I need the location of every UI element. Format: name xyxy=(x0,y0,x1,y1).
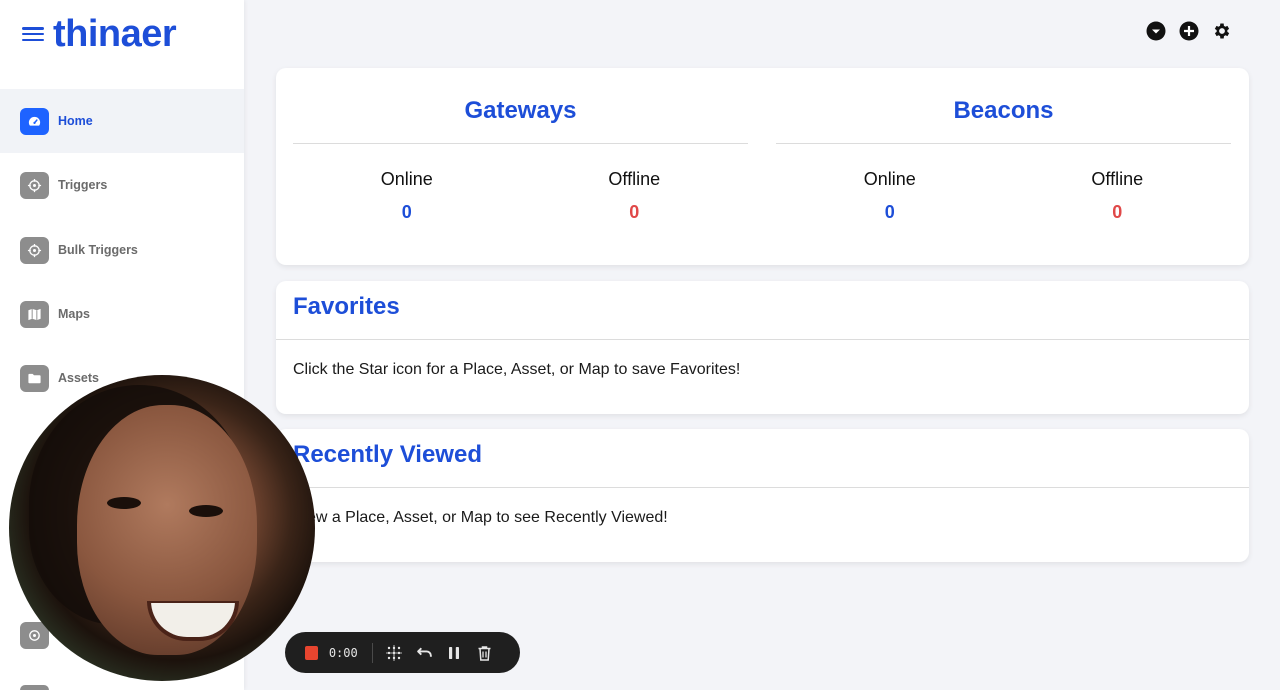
app-logo[interactable]: thinaer xyxy=(53,14,177,54)
recording-toolbar: 0:00 xyxy=(285,632,520,673)
gateways-title: Gateways xyxy=(464,97,577,124)
stat-label: Offline xyxy=(608,169,661,189)
sidebar-item-partial[interactable] xyxy=(20,685,49,690)
recently-viewed-card: Recently Viewed View a Place, Asset, or … xyxy=(276,429,1249,562)
favorites-title: Favorites xyxy=(293,293,400,320)
sidebar-item-label: Assets xyxy=(58,371,99,385)
webcam-face xyxy=(77,405,257,655)
favorites-card: Favorites Click the Star icon for a Plac… xyxy=(276,281,1249,414)
sidebar-item-label: Bulk Triggers xyxy=(58,243,138,257)
chevron-down-circle-icon[interactable] xyxy=(1145,20,1166,41)
beacons-title: Beacons xyxy=(953,97,1054,124)
webcam-eye xyxy=(189,505,223,517)
stats-card: Gateways Online 0 Offline 0 Beacons Onli… xyxy=(276,68,1249,265)
sidebar-item-triggers[interactable]: Triggers xyxy=(0,153,244,217)
hamburger-menu-icon[interactable] xyxy=(22,25,44,43)
header-actions xyxy=(1145,20,1232,41)
webcam-eye xyxy=(107,497,141,509)
map-icon xyxy=(20,300,49,328)
beacons-online: Online 0 xyxy=(776,144,1004,223)
grid-dots-icon[interactable] xyxy=(385,643,403,663)
crosshair-icon xyxy=(20,236,49,264)
gateways-offline-count[interactable]: 0 xyxy=(521,202,749,223)
sidebar-item-maps[interactable]: Maps xyxy=(0,282,244,346)
stat-label: Online xyxy=(380,169,433,189)
pause-icon[interactable] xyxy=(445,643,463,663)
sidebar-item-label: Home xyxy=(58,114,93,128)
sidebar-item-bulk-triggers[interactable]: Bulk Triggers xyxy=(0,218,244,282)
recently-viewed-title: Recently Viewed xyxy=(293,441,482,468)
dashboard-icon xyxy=(20,107,49,135)
beacons-online-count[interactable]: 0 xyxy=(776,202,1004,223)
stat-label: Offline xyxy=(1091,169,1144,189)
stat-label: Online xyxy=(863,169,916,189)
gateways-offline: Offline 0 xyxy=(521,144,749,223)
favorites-empty-text: Click the Star icon for a Place, Asset, … xyxy=(293,361,741,378)
recently-viewed-empty-text: View a Place, Asset, or Map to see Recen… xyxy=(293,509,668,526)
folder-icon xyxy=(20,364,49,392)
sidebar-item-label: Maps xyxy=(58,307,90,321)
gateways-online-count[interactable]: 0 xyxy=(293,202,521,223)
beacons-offline-count[interactable]: 0 xyxy=(1004,202,1232,223)
webcam-overlay[interactable] xyxy=(9,375,315,681)
logo-row: thinaer xyxy=(22,14,177,54)
gear-icon[interactable] xyxy=(1211,20,1232,41)
stop-recording-button[interactable] xyxy=(305,645,318,660)
gateways-online: Online 0 xyxy=(293,144,521,223)
gateways-panel: Gateways Online 0 Offline 0 xyxy=(293,68,748,223)
sidebar-item-home[interactable]: Home xyxy=(0,89,244,153)
sidebar-item-label: Triggers xyxy=(58,178,108,192)
crosshair-icon xyxy=(20,171,49,199)
trash-icon[interactable] xyxy=(476,643,494,663)
recording-timer: 0:00 xyxy=(328,645,358,660)
toolbar-separator xyxy=(371,642,373,663)
webcam-smile xyxy=(147,601,239,641)
beacons-panel: Beacons Online 0 Offline 0 xyxy=(776,68,1231,223)
undo-icon[interactable] xyxy=(415,643,433,663)
beacons-offline: Offline 0 xyxy=(1004,144,1232,223)
plus-circle-icon[interactable] xyxy=(1178,20,1199,41)
